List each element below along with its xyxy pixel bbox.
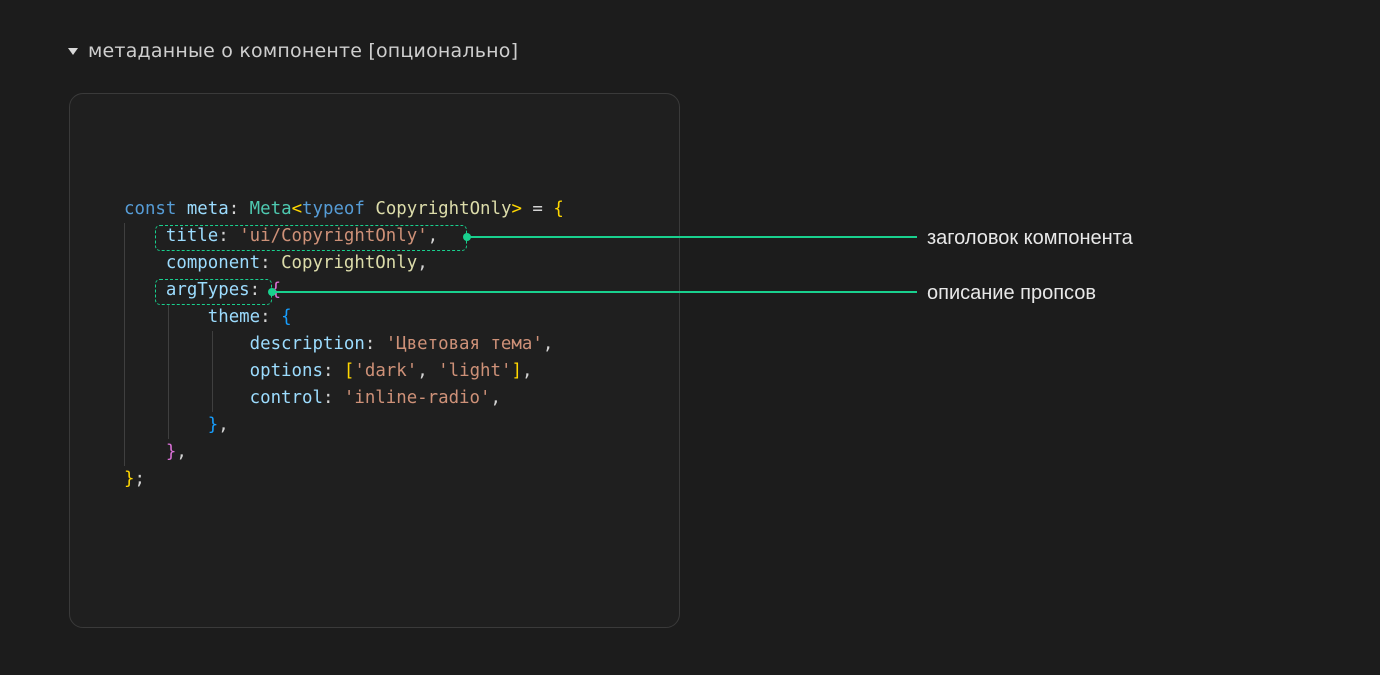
code-token: CopyrightOnly	[375, 199, 512, 219]
code-token: ,	[176, 442, 187, 462]
code-line: control: 'inline-radio',	[124, 385, 564, 412]
code-token: ,	[427, 226, 439, 246]
annotation-title: заголовок компонента	[927, 227, 1133, 249]
code-token: 'light'	[438, 361, 512, 381]
code-token: ,	[490, 388, 501, 408]
code-token: :	[228, 199, 250, 219]
code-line: const meta: Meta<typeof CopyrightOnly> =…	[124, 196, 564, 223]
code-token: ;	[134, 469, 145, 489]
code-line: };	[124, 466, 564, 493]
code-token: 'inline-radio'	[343, 388, 491, 408]
section-header[interactable]: метаданные о компоненте [опционально]	[68, 38, 518, 64]
code-line: component: CopyrightOnly,	[124, 250, 564, 277]
code-token: description	[249, 334, 365, 354]
code-token: >	[511, 199, 522, 219]
code-token: ,	[542, 334, 554, 354]
code-token: :	[322, 388, 344, 408]
code-token: :	[218, 226, 240, 246]
code-token: CopyrightOnly	[281, 253, 418, 273]
annotation-argtypes: описание пропсов	[927, 282, 1097, 304]
code-token: }	[207, 415, 219, 435]
code-token: {	[553, 199, 564, 219]
code-line: },	[124, 439, 564, 466]
code-line: theme: {	[124, 304, 564, 331]
argtypes-leader-line	[272, 291, 917, 293]
code-token: argTypes	[165, 280, 250, 300]
code-token: }	[124, 469, 135, 489]
code-token: options	[249, 361, 323, 381]
code-token: 'dark'	[354, 361, 418, 381]
code-token: ,	[417, 253, 428, 273]
code-line: options: ['dark', 'light'],	[124, 358, 564, 385]
code-token: :	[322, 361, 344, 381]
code-token: theme	[207, 307, 261, 327]
caret-down-icon[interactable]	[68, 48, 78, 55]
code-token: ,	[417, 361, 439, 381]
code-token: :	[260, 307, 282, 327]
code-token: Meta	[249, 199, 292, 219]
code-token: 'Цветовая тема'	[385, 334, 543, 354]
code-token: }	[165, 442, 177, 462]
code-line: description: 'Цветовая тема',	[124, 331, 564, 358]
code-token: component	[165, 253, 261, 273]
code-token: :	[364, 334, 386, 354]
code-token: 'ui/CopyrightOnly'	[239, 226, 428, 246]
code-token: const	[124, 199, 187, 219]
code-token: title	[165, 226, 219, 246]
code-line: },	[124, 412, 564, 439]
code-token: =	[521, 199, 554, 219]
section-title: метаданные о компоненте [опционально]	[88, 40, 519, 62]
code-token: ,	[218, 415, 229, 435]
code-token: typeof	[302, 199, 376, 219]
code-token: :	[260, 253, 282, 273]
code-token: control	[249, 388, 323, 408]
code-token: [	[343, 361, 355, 381]
code-token: ]	[511, 361, 522, 381]
title-leader-line	[467, 236, 917, 238]
code-token: meta	[186, 199, 229, 219]
code-block: const meta: Meta<typeof CopyrightOnly> =…	[124, 196, 564, 493]
code-token: ,	[521, 361, 533, 381]
code-token: {	[281, 307, 292, 327]
code-token: <	[291, 199, 303, 219]
